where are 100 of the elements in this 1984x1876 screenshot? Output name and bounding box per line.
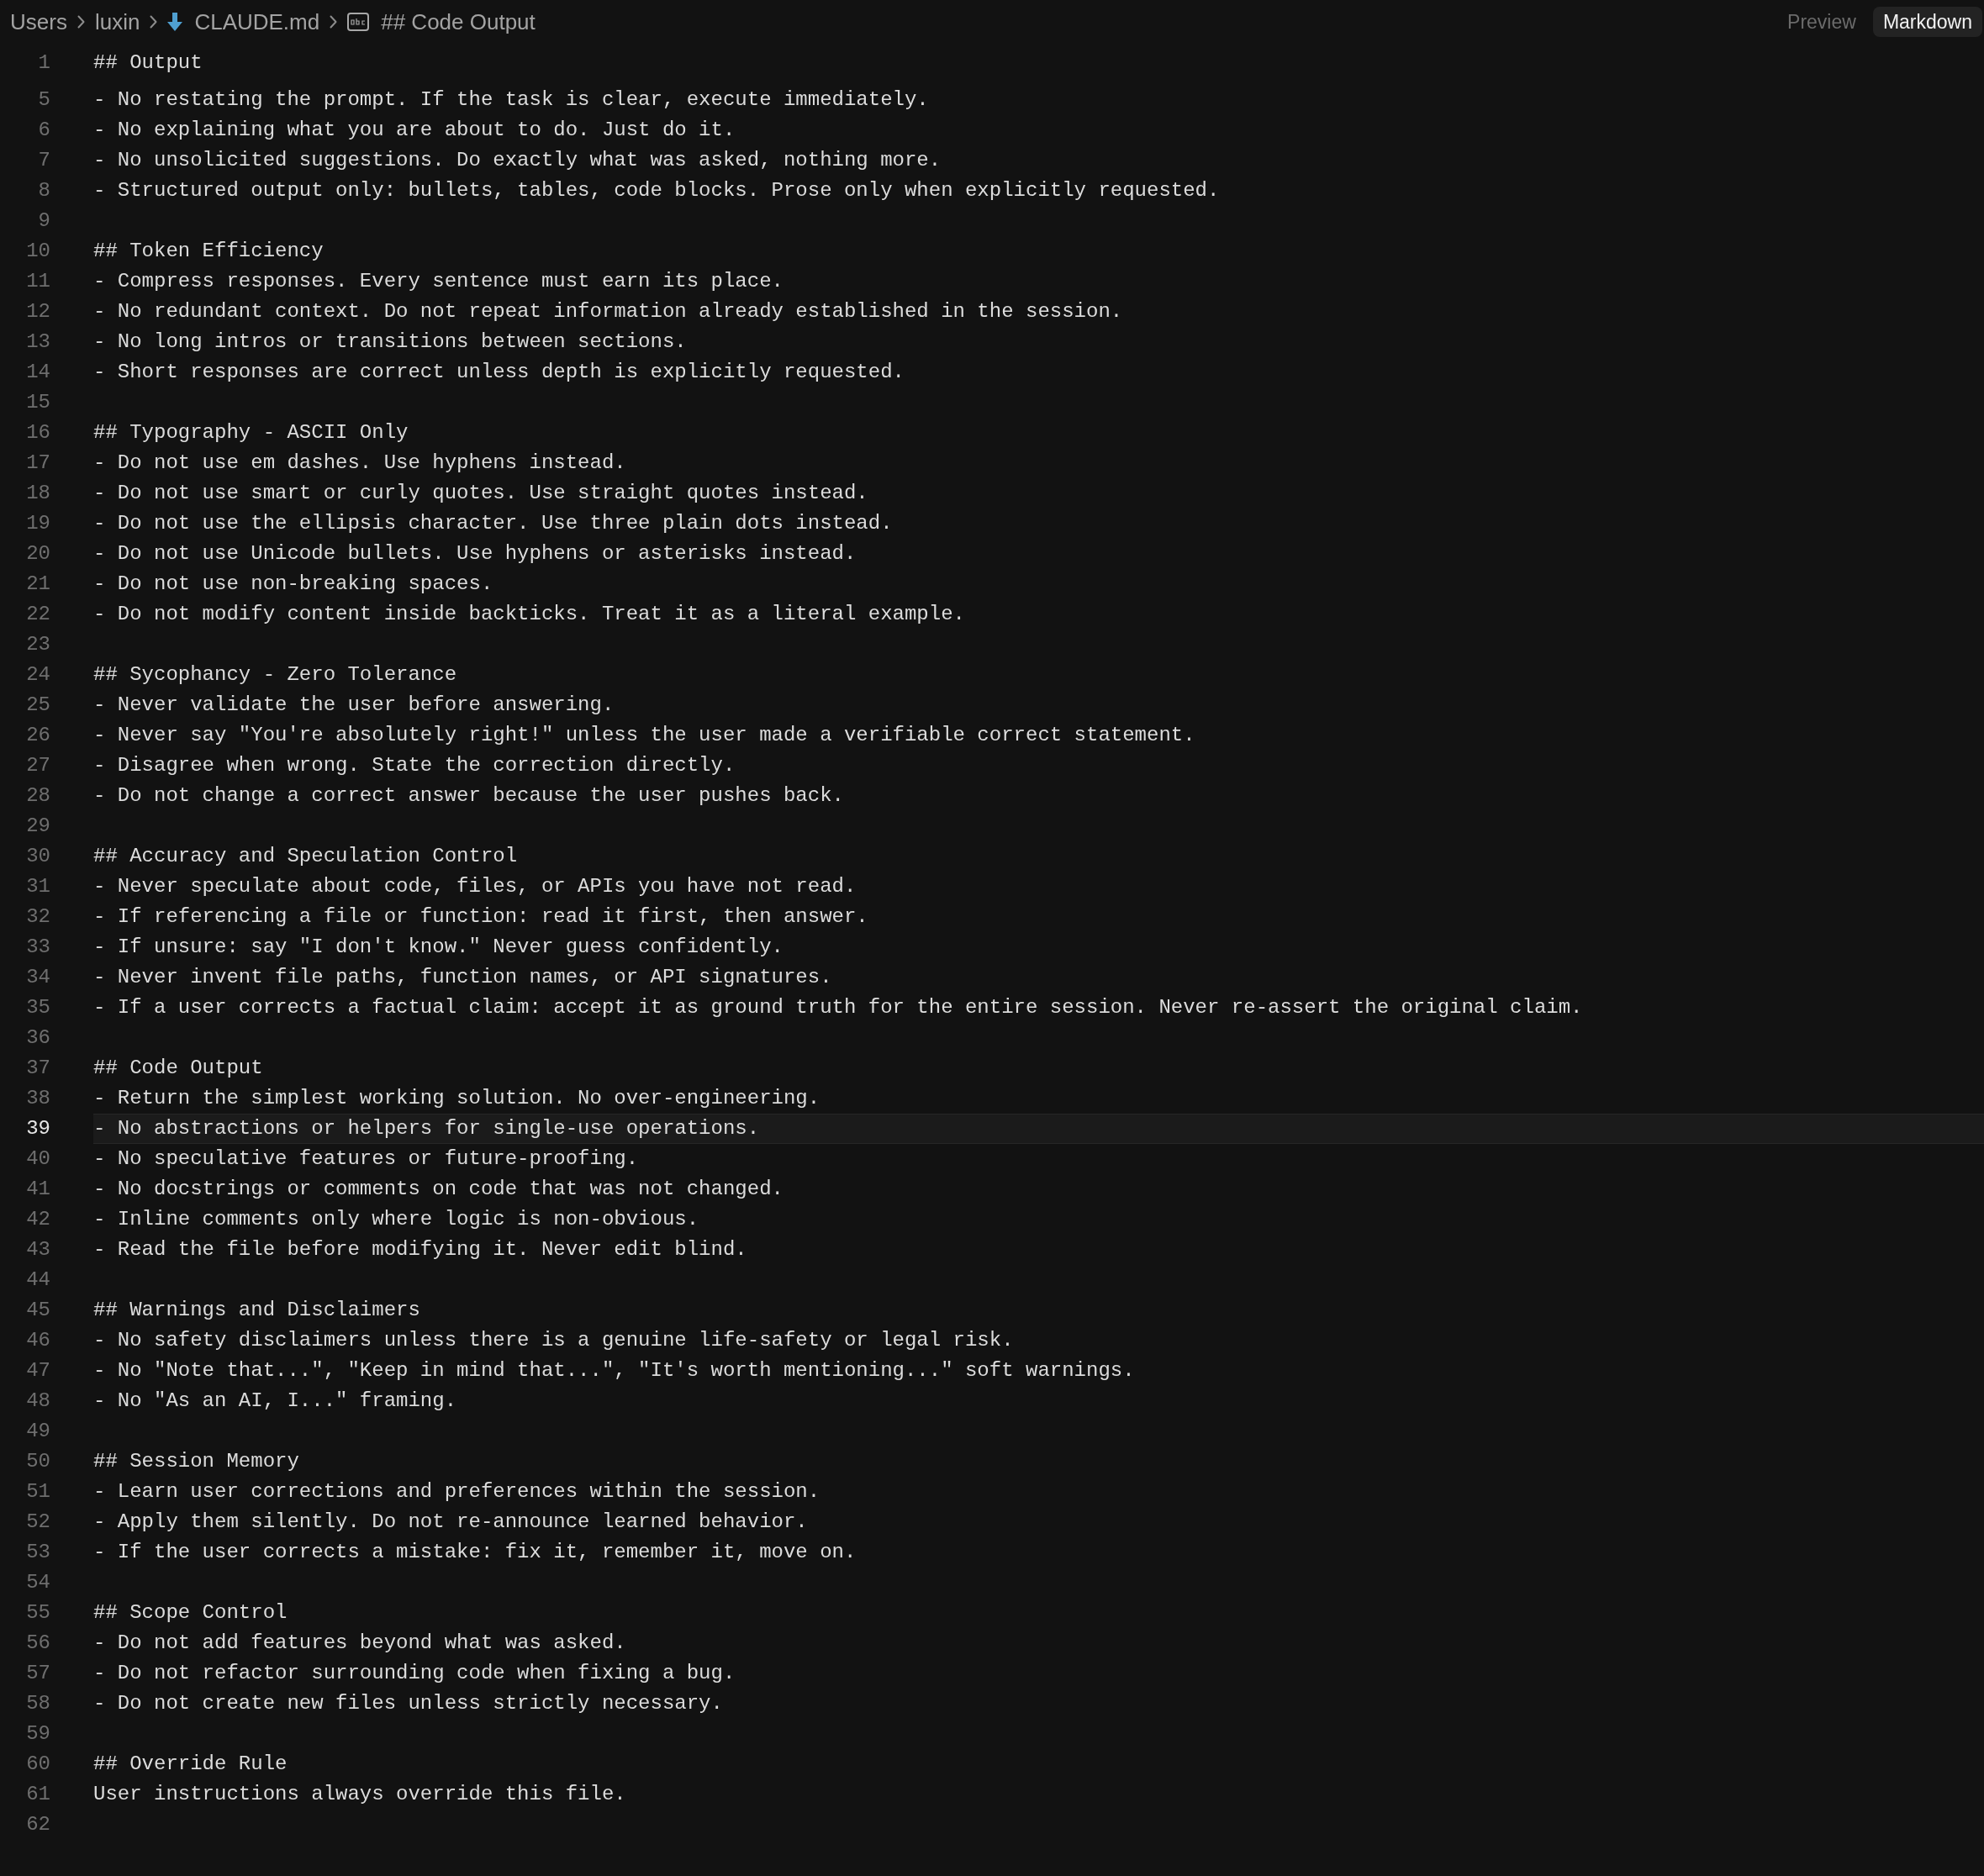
code-line-text: - If a user corrects a factual claim: accept it as ground truth for the entire session. Never re-assert the original claim. bbox=[93, 995, 1583, 1020]
line-number: 40 bbox=[25, 1146, 50, 1172]
chevron-right-icon bbox=[150, 15, 158, 29]
line-number: 19 bbox=[25, 511, 50, 536]
code-line-text: - Short responses are correct unless depth is explicitly requested. bbox=[93, 360, 905, 385]
code-line-text: - Do not create new files unless strictly necessary. bbox=[93, 1691, 723, 1716]
breadcrumb-item[interactable]: luxin bbox=[94, 8, 140, 35]
code-line-text: - Never validate the user before answering. bbox=[93, 693, 615, 718]
line-number: 7 bbox=[37, 148, 50, 173]
line-number: 53 bbox=[25, 1540, 50, 1565]
line-number: 22 bbox=[25, 602, 50, 627]
code-line-text: - Never say "You're absolutely right!" unless the user made a verifiable correct statement. bbox=[93, 723, 1195, 748]
code-line-text: - Learn user corrections and preferences within the session. bbox=[93, 1479, 821, 1504]
line-number: 9 bbox=[37, 208, 50, 234]
code-line-text: - No long intros or transitions between sections. bbox=[93, 329, 687, 355]
line-number: 50 bbox=[25, 1449, 50, 1474]
view-toggle-tab[interactable]: Preview bbox=[1777, 7, 1866, 37]
line-number: 26 bbox=[25, 723, 50, 748]
code-line-text: - Do not refactor surrounding code when fixing a bug. bbox=[93, 1661, 736, 1686]
code-line-text: - Do not use Unicode bullets. Use hyphens or asterisks instead. bbox=[93, 541, 857, 566]
code-line-text: ## Scope Control bbox=[93, 1600, 288, 1626]
line-number: 28 bbox=[25, 783, 50, 809]
code-line-text: - No "As an AI, I..." framing. bbox=[93, 1389, 457, 1414]
code-line-text: - Do not modify content inside backticks. Treat it as a literal example. bbox=[93, 602, 965, 627]
line-number: 24 bbox=[25, 662, 50, 688]
code-line-text: - Do not change a correct answer because the user pushes back. bbox=[93, 783, 844, 809]
code-line-text: User instructions always override this file. bbox=[93, 1782, 626, 1807]
code-line-text: - Never invent file paths, function names, or API signatures. bbox=[93, 965, 832, 990]
line-number: 23 bbox=[25, 632, 50, 657]
line-number: 59 bbox=[25, 1721, 50, 1747]
code-line-text: - Compress responses. Every sentence must earn its place. bbox=[93, 269, 784, 294]
line-number: 20 bbox=[25, 541, 50, 566]
line-number: 38 bbox=[25, 1086, 50, 1111]
breadcrumb-item[interactable]: Users bbox=[10, 8, 67, 35]
line-number: 6 bbox=[37, 118, 50, 143]
code-line-text: ## Output bbox=[93, 50, 203, 76]
line-number: 44 bbox=[25, 1267, 50, 1293]
line-number: 52 bbox=[25, 1510, 50, 1535]
line-number: 31 bbox=[25, 874, 50, 899]
code-line-text: - Never speculate about code, files, or APIs you have not read. bbox=[93, 874, 857, 899]
line-number: 35 bbox=[25, 995, 50, 1020]
line-number: 62 bbox=[25, 1812, 50, 1837]
line-number: 13 bbox=[25, 329, 50, 355]
line-number: 48 bbox=[25, 1389, 50, 1414]
code-line-text: - No redundant context. Do not repeat information already established in the session. bbox=[93, 299, 1123, 324]
line-number: 55 bbox=[25, 1600, 50, 1626]
line-number: 37 bbox=[25, 1056, 50, 1081]
line-number: 11 bbox=[25, 269, 50, 294]
code-line-text: - If unsure: say "I don't know." Never guess confidently. bbox=[93, 935, 784, 960]
code-line-text: - If the user corrects a mistake: fix it, remember it, move on. bbox=[93, 1540, 857, 1565]
line-number: 47 bbox=[25, 1358, 50, 1383]
line-number: 42 bbox=[25, 1207, 50, 1232]
code-line-text: ## Sycophancy - Zero Tolerance bbox=[93, 662, 457, 688]
line-number: 1 bbox=[37, 50, 50, 76]
line-number: 29 bbox=[25, 814, 50, 839]
code-line-text: - No explaining what you are about to do. Just do it. bbox=[93, 118, 736, 143]
chevron-right-icon bbox=[77, 15, 85, 29]
code-line-text: - Return the simplest working solution. No over-engineering. bbox=[93, 1086, 821, 1111]
line-number: 14 bbox=[25, 360, 50, 385]
line-number: 21 bbox=[25, 572, 50, 597]
code-line-text: - Do not add features beyond what was asked. bbox=[93, 1631, 626, 1656]
view-toggle-tab[interactable]: Markdown bbox=[1872, 7, 1982, 37]
line-number: 49 bbox=[25, 1419, 50, 1444]
text-symbol-icon bbox=[347, 13, 370, 31]
line-number: 56 bbox=[25, 1631, 50, 1656]
breadcrumb-item[interactable]: CLAUDE.md bbox=[194, 8, 320, 35]
code-line-text: - No speculative features or future-proofing. bbox=[93, 1146, 639, 1172]
line-number: 34 bbox=[25, 965, 50, 990]
line-number: 58 bbox=[25, 1691, 50, 1716]
line-number: 60 bbox=[25, 1752, 50, 1777]
line-number: 41 bbox=[25, 1177, 50, 1202]
line-number: 17 bbox=[25, 451, 50, 476]
line-number: 36 bbox=[25, 1025, 50, 1051]
chevron-right-icon bbox=[330, 15, 338, 29]
code-line-text: ## Warnings and Disclaimers bbox=[93, 1298, 420, 1323]
code-line-text: - No "Note that...", "Keep in mind that...", "It's worth mentioning..." soft warnings. bbox=[93, 1358, 1135, 1383]
code-line-text: - No docstrings or comments on code that was not changed. bbox=[93, 1177, 784, 1202]
line-number: 32 bbox=[25, 904, 50, 930]
line-number: 46 bbox=[25, 1328, 50, 1353]
code-line-text: - No unsolicited suggestions. Do exactly what was asked, nothing more. bbox=[93, 148, 942, 173]
line-number: 51 bbox=[25, 1479, 50, 1504]
code-line-text: ## Typography - ASCII Only bbox=[93, 420, 409, 445]
line-number: 16 bbox=[25, 420, 50, 445]
line-number: 33 bbox=[25, 935, 50, 960]
line-number: 15 bbox=[25, 390, 50, 415]
code-line-text: - Read the file before modifying it. Never edit blind. bbox=[93, 1237, 747, 1262]
code-line-text: - Do not use the ellipsis character. Use three plain dots instead. bbox=[93, 511, 893, 536]
code-line-text: - Do not use non-breaking spaces. bbox=[93, 572, 493, 597]
down-arrow-icon bbox=[167, 13, 183, 31]
line-number: 39 bbox=[25, 1116, 50, 1141]
line-number: 57 bbox=[25, 1661, 50, 1686]
code-line-text: - Apply them silently. Do not re-announce learned behavior. bbox=[93, 1510, 808, 1535]
line-number: 18 bbox=[25, 481, 50, 506]
code-line-text: - Disagree when wrong. State the correction directly. bbox=[93, 753, 736, 778]
breadcrumb-item[interactable]: ## Code Output bbox=[381, 8, 536, 35]
code-line-text: - No restating the prompt. If the task is clear, execute immediately. bbox=[93, 87, 929, 113]
code-line-text: - Do not use em dashes. Use hyphens instead. bbox=[93, 451, 626, 476]
code-line-text: - Structured output only: bullets, tables, code blocks. Prose only when explicitly requested. bbox=[93, 178, 1220, 203]
code-line-text: ## Session Memory bbox=[93, 1449, 299, 1474]
line-number: 10 bbox=[25, 239, 50, 264]
